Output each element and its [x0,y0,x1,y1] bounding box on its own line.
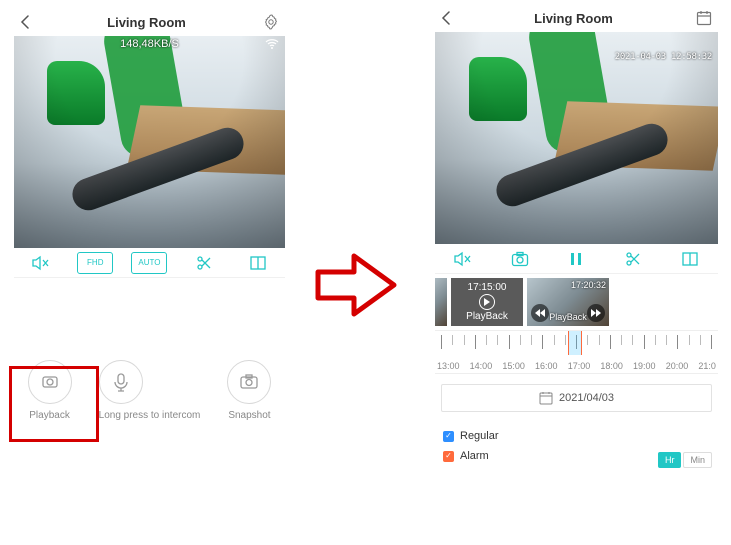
fhd-button[interactable]: FHD [77,252,113,274]
clip-time: 17:20:32 [571,280,606,290]
bitrate-indicator: 148,48KB/S [120,38,179,50]
snapshot-button[interactable] [502,248,538,270]
intercom-label: Long press to intercom [99,410,201,421]
auto-button[interactable]: AUTO [131,252,167,274]
calendar-button[interactable] [696,10,712,26]
scissors-icon [625,251,641,267]
page-title: Living Room [534,11,613,26]
timeline-zoom: Hr Min [658,452,712,468]
legend-regular[interactable]: Regular [443,426,710,446]
seek-back-button[interactable] [531,304,549,322]
gear-icon [263,14,279,30]
timeline[interactable]: 13:00 14:00 15:00 16:00 17:00 18:00 19:0… [435,330,718,374]
pause-button[interactable] [558,248,594,270]
live-header: Living Room [14,8,285,36]
calendar-icon [539,391,553,405]
camera-icon [511,251,529,267]
clip-label: PlayBack [549,312,587,322]
intercom-action[interactable]: Long press to intercom [99,360,201,421]
settings-button[interactable] [263,14,279,30]
live-video[interactable]: 148,48KB/S [14,36,285,248]
snapshot-action[interactable]: Snapshot [227,360,271,421]
speaker-mute-icon [454,251,472,267]
timestamp-overlay: 2021-04-03 12:58:32 [615,52,712,62]
playback-screen: Living Room 2021-04-03 12:58:32 [435,4,718,542]
highlight-box [9,366,99,442]
mute-button[interactable] [23,252,59,274]
rewind-icon [535,309,545,317]
fullscreen-button[interactable] [240,252,276,274]
transition-arrow [314,246,402,324]
cut-button[interactable] [615,248,651,270]
camera-icon [239,372,259,392]
zoom-hr[interactable]: Hr [658,452,682,468]
video-frame [14,36,285,248]
intercom-circle [99,360,143,404]
cut-button[interactable] [186,252,222,274]
forward-icon [591,309,601,317]
fullscreen-icon [250,255,266,271]
fullscreen-button[interactable] [672,248,708,270]
speaker-mute-icon [32,255,50,271]
zoom-min[interactable]: Min [683,452,712,468]
legend-regular-label: Regular [460,430,499,442]
live-toolbar: FHD AUTO [14,248,285,278]
legend-alarm-label: Alarm [460,450,489,462]
playback-toolbar [435,244,718,274]
checkbox-regular[interactable] [443,431,454,442]
play-icon [479,294,495,310]
clip-label: PlayBack [466,311,508,322]
timeline-labels: 13:00 14:00 15:00 16:00 17:00 18:00 19:0… [435,361,718,371]
timeline-scrubber[interactable] [568,331,582,355]
clip-selected[interactable]: 17:15:00 PlayBack [451,278,523,326]
snapshot-label: Snapshot [227,410,271,421]
seek-fwd-button[interactable] [587,304,605,322]
clip-time: 17:15:00 [468,282,507,293]
pause-icon [569,251,583,267]
back-button[interactable] [20,15,30,29]
snapshot-circle [227,360,271,404]
microphone-icon [111,372,131,392]
date-picker[interactable]: 2021/04/03 [441,384,712,412]
wifi-icon [265,38,279,50]
clip-partial[interactable] [435,278,447,326]
clip-strip[interactable]: 17:15:00 PlayBack 17:20:32 PlayBack [435,274,718,330]
mute-button[interactable] [445,248,481,270]
playback-video[interactable]: 2021-04-03 12:58:32 [435,32,718,244]
video-frame [435,32,718,244]
page-title: Living Room [107,15,186,30]
back-button[interactable] [441,11,451,25]
calendar-icon [696,10,712,26]
scissors-icon [196,255,212,271]
playback-header: Living Room [435,4,718,32]
clip-thumbnail[interactable]: 17:20:32 PlayBack [527,278,609,326]
fullscreen-icon [682,251,698,267]
checkbox-alarm[interactable] [443,451,454,462]
date-value: 2021/04/03 [559,392,614,404]
